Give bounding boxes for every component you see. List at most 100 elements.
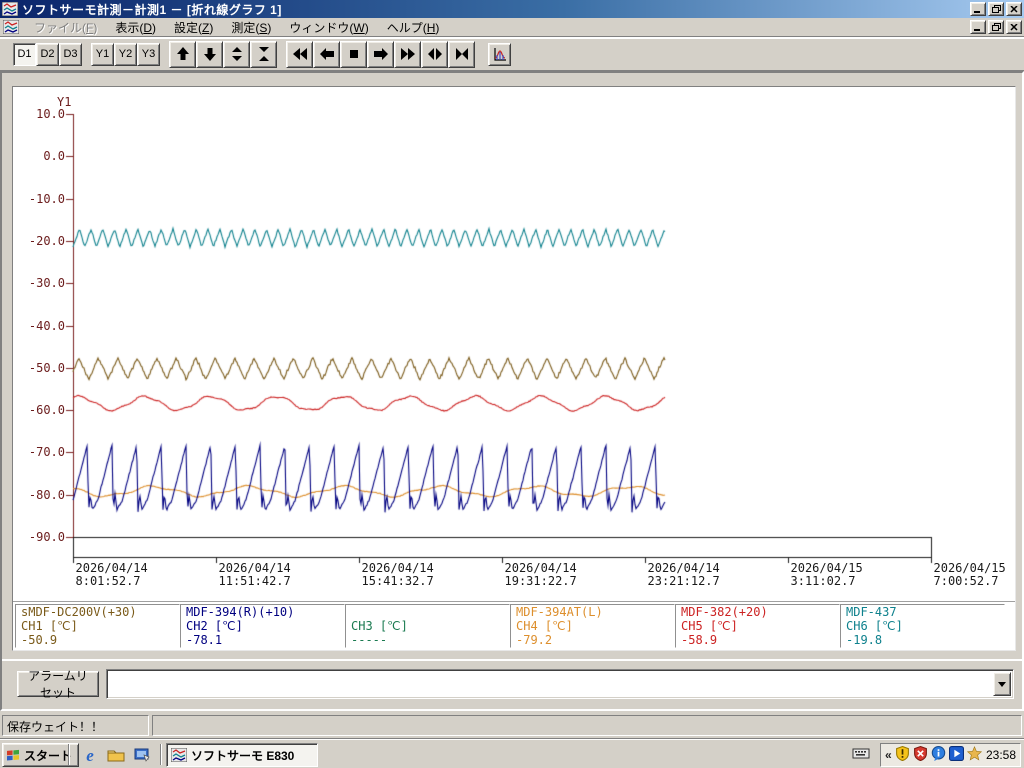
graph-settings-button[interactable]	[488, 42, 511, 66]
tray-chevron-icon[interactable]: «	[885, 748, 892, 762]
expand-vertical-icon	[231, 47, 242, 61]
y-tick-label: -30.0	[28, 275, 65, 290]
restore-icon	[991, 5, 1001, 13]
internet-explorer-icon[interactable]: e	[80, 745, 100, 765]
taskbar: スタート e ソフトサーモ E830 « 23:58	[0, 739, 1024, 768]
y-tick-label: -80.0	[28, 487, 65, 502]
compress-vertical-button[interactable]	[250, 40, 277, 68]
start-label: スタート	[24, 748, 73, 763]
windows-logo-icon	[7, 749, 19, 761]
display-button-d1[interactable]: D1	[13, 42, 36, 66]
y-tick-label: 0.0	[43, 148, 65, 163]
channel-name: MDF-437	[846, 605, 897, 619]
channel-name: MDF-394(R)(+10)	[186, 605, 295, 619]
x-tick-label: 2026/04/14 11:51:42.7	[218, 561, 291, 588]
taskbar-separator	[160, 744, 162, 765]
channel-unit: CH4 [℃]	[516, 619, 573, 633]
keyboard-icon[interactable]	[852, 746, 870, 763]
title-bar: ソフトサーモ計測－計測1 － [折れ線グラフ 1]	[0, 0, 1024, 18]
toolbar: D1 D2 D3 Y1 Y2 Y3	[0, 38, 1024, 71]
menu-item-3[interactable]: 設定(Z)	[165, 17, 222, 38]
channel-value: -19.8	[846, 633, 883, 647]
taskbar-clock: 23:58	[985, 748, 1016, 762]
restore-icon	[991, 23, 1001, 31]
axis-button-y1[interactable]: Y1	[91, 42, 114, 66]
combobox-dropdown-button[interactable]	[993, 672, 1011, 696]
mdi-child-icon[interactable]	[3, 20, 19, 34]
expand-horizontal-icon	[427, 48, 442, 60]
line-graph-panel: 10.0 0.0 -10.0 -20.0 -30.0 -40.0 -50.0 -60.0 -70…	[12, 86, 1016, 651]
fast-backward-button[interactable]	[286, 40, 313, 68]
alarm-reset-button[interactable]: アラームリセット	[17, 669, 99, 700]
channel-cell-ch3: CH3 [℃] -----	[345, 604, 510, 648]
step-backward-icon	[319, 48, 334, 60]
channel-name	[351, 605, 509, 619]
y-tick-label: -90.0	[28, 529, 65, 544]
close-button[interactable]	[1006, 20, 1022, 34]
folder-icon[interactable]	[106, 745, 126, 765]
y-tick-label: -40.0	[28, 318, 65, 333]
stop-button[interactable]	[340, 40, 367, 68]
minimize-button[interactable]	[970, 20, 986, 34]
display-button-d2[interactable]: D2	[36, 42, 59, 66]
fast-forward-icon	[400, 48, 415, 60]
taskbar-task-button[interactable]: ソフトサーモ E830	[166, 743, 318, 767]
expand-vertical-button[interactable]	[223, 40, 250, 68]
channel-cell-ch2: MDF-394(R)(+10) CH2 [℃] -78.1	[180, 604, 345, 648]
chevron-down-icon	[998, 681, 1006, 687]
close-button[interactable]	[1006, 2, 1022, 16]
compress-horizontal-button[interactable]	[448, 40, 475, 68]
y-tick-label: -60.0	[28, 402, 65, 417]
restore-button[interactable]	[988, 2, 1004, 16]
display-button-d3[interactable]: D3	[59, 42, 82, 66]
menu-item-4[interactable]: 測定(S)	[222, 17, 280, 38]
step-backward-button[interactable]	[313, 40, 340, 68]
app-icon	[171, 748, 187, 762]
plot-area: 10.0 0.0 -10.0 -20.0 -30.0 -40.0 -50.0 -60.0 -70…	[13, 87, 1015, 601]
info-balloon-icon[interactable]	[931, 746, 946, 764]
channel-value: -78.1	[186, 633, 223, 647]
axis-button-y3[interactable]: Y3	[137, 42, 160, 66]
channel-name: sMDF-DC200V(+30)	[21, 605, 137, 619]
menu-item-5[interactable]: ウィンドウ(W)	[280, 17, 377, 38]
task-label: ソフトサーモ E830	[191, 748, 295, 763]
graph-settings-icon	[494, 47, 506, 61]
alarm-row: アラームリセット	[2, 659, 1022, 709]
star-icon[interactable]	[966, 746, 982, 764]
status-panel-right	[152, 715, 1022, 736]
security-alert-shield-icon[interactable]	[913, 745, 928, 764]
security-warning-shield-icon[interactable]	[895, 745, 910, 764]
channel-unit: CH3 [℃]	[351, 619, 408, 633]
channel-cell-ch6: MDF-437 CH6 [℃] -19.8	[840, 604, 1005, 648]
app-icon	[2, 2, 18, 16]
close-icon	[1010, 5, 1018, 13]
minimize-button[interactable]	[970, 2, 986, 16]
scroll-up-button[interactable]	[169, 40, 196, 68]
channel-cell-ch4: MDF-394AT(L) CH4 [℃] -79.2	[510, 604, 675, 648]
axis-button-y2[interactable]: Y2	[114, 42, 137, 66]
x-tick-label: 2026/04/14 15:41:32.7	[361, 561, 434, 588]
y-tick-label: -50.0	[28, 360, 65, 375]
channel-legend: sMDF-DC200V(+30) CH1 [℃] -50.9 MDF-394(R)(+…	[13, 601, 1015, 650]
menu-item-2[interactable]: 表示(D)	[106, 17, 165, 38]
y-tick-label: -10.0	[28, 191, 65, 206]
compress-horizontal-icon	[455, 48, 468, 60]
scroll-down-button[interactable]	[196, 40, 223, 68]
channel-value: -50.9	[21, 633, 58, 647]
channel-name: MDF-394AT(L)	[516, 605, 603, 619]
menu-item-6[interactable]: ヘルプ(H)	[378, 17, 449, 38]
fast-forward-button[interactable]	[394, 40, 421, 68]
scroll-up-icon	[176, 47, 189, 60]
expand-horizontal-button[interactable]	[421, 40, 448, 68]
step-forward-button[interactable]	[367, 40, 394, 68]
media-play-icon[interactable]	[948, 746, 964, 764]
restore-button[interactable]	[988, 20, 1004, 34]
x-tick-label: 2026/04/14 8:01:52.7	[75, 561, 148, 588]
channel-name: MDF-382(+20)	[681, 605, 768, 619]
close-icon	[1010, 23, 1018, 31]
show-desktop-icon[interactable]	[132, 745, 152, 765]
compress-vertical-icon	[258, 47, 269, 61]
alarm-combobox[interactable]	[106, 669, 1014, 699]
y-tick-label: -20.0	[28, 233, 65, 248]
system-tray: « 23:58	[880, 743, 1021, 767]
